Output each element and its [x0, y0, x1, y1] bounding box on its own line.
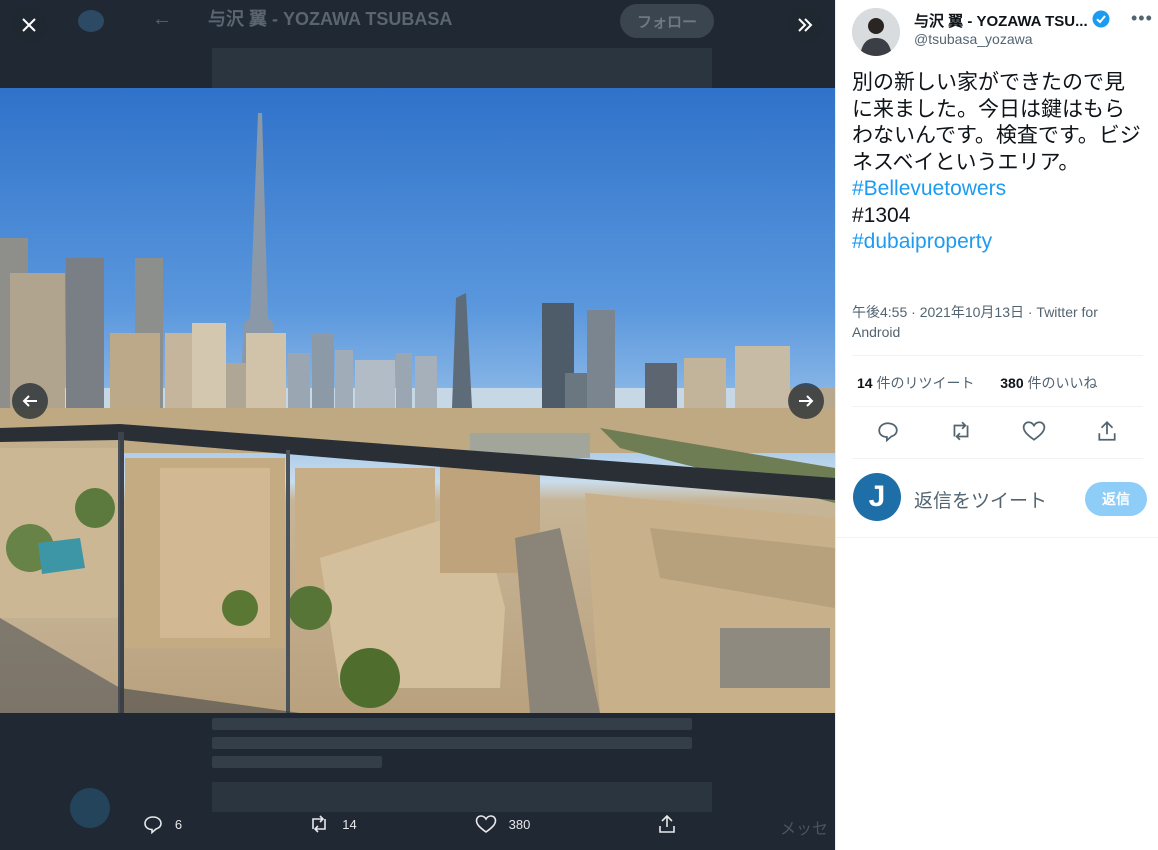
reply-button[interactable]: [877, 420, 899, 447]
verified-badge-icon: [1092, 10, 1110, 33]
retweet-action[interactable]: 14: [248, 814, 418, 834]
close-icon: [22, 18, 36, 32]
reply-count: 6: [174, 816, 183, 832]
tweet-body: 別の新しい家ができたので見に来ました。今日は鍵はもらわないんです。検査です。ビジ…: [852, 70, 1142, 256]
retweet-icon: [953, 421, 969, 441]
avatar-photo: [852, 8, 900, 56]
share-icon: [658, 814, 675, 833]
retweet-button[interactable]: [949, 420, 973, 447]
reply-action[interactable]: 6: [78, 814, 248, 834]
tweet-detail-panel: 与沢 翼 - YOZAWA TSU... @tsubasa_yozawa •••…: [835, 0, 1158, 850]
arrow-left-icon: [22, 395, 37, 407]
previous-image-button[interactable]: [12, 383, 48, 419]
retweet-count: 14: [342, 816, 357, 832]
background-text-line: [212, 718, 692, 730]
share-icon: [1098, 420, 1116, 441]
tweet-text: 別の新しい家ができたので見に来ました。今日は鍵はもらわないんです。検査です。ビジ…: [852, 71, 1141, 174]
tweet-photo[interactable]: [0, 88, 835, 713]
dubai-skyline-illustration: [0, 113, 835, 713]
next-image-button[interactable]: [788, 383, 824, 419]
author-name[interactable]: 与沢 翼 - YOZAWA TSU...: [914, 10, 1088, 31]
retweet-icon: [312, 815, 327, 833]
likes-stat-label: 件のいいね: [1023, 375, 1098, 391]
background-follow-button: フォロー: [620, 4, 714, 38]
likes-stat[interactable]: 380 件のいいね: [1000, 375, 1097, 391]
twitter-logo-icon: [78, 10, 104, 32]
double-chevron-right-icon: [798, 18, 813, 32]
hashtag-link[interactable]: #dubaiproperty: [852, 229, 1142, 256]
tweet-stats: 14 件のリツイート 380 件のいいね: [857, 373, 1098, 393]
share-action[interactable]: [588, 814, 758, 834]
media-action-bar: 6 14 380: [0, 798, 835, 850]
heart-icon: [475, 815, 496, 833]
like-count: 380: [508, 816, 531, 832]
background-media-strip: [212, 48, 712, 88]
likes-stat-count: 380: [1000, 375, 1024, 391]
tweet-number-tag: #1304: [852, 203, 911, 227]
media-viewer: ← 与沢 翼 - YOZAWA TSUBASA フォロー メッセ 6 14 38…: [0, 0, 835, 850]
author-handle[interactable]: @tsubasa_yozawa: [914, 31, 1033, 47]
divider: [852, 355, 1143, 356]
retweets-stat-label: 件のリツイート: [872, 375, 975, 391]
expand-panel-button[interactable]: [787, 7, 823, 43]
background-text-line: [212, 737, 692, 749]
share-button[interactable]: [1096, 420, 1118, 447]
reply-icon: [878, 422, 898, 443]
current-user-avatar: J: [853, 473, 901, 521]
more-options-button[interactable]: •••: [1131, 8, 1153, 29]
reply-input[interactable]: 返信をツイート: [914, 486, 1047, 513]
close-button[interactable]: [11, 7, 47, 43]
background-profile-name: 与沢 翼 - YOZAWA TSUBASA: [208, 9, 453, 29]
avatar[interactable]: [852, 8, 900, 56]
tweet-timestamp[interactable]: 午後4:55 · 2021年10月13日 · Twitter for Andro…: [852, 302, 1142, 342]
reply-icon: [144, 816, 162, 834]
back-arrow-icon: ←: [152, 8, 172, 30]
divider: [852, 458, 1143, 459]
tweet-action-row: [852, 420, 1143, 447]
like-button[interactable]: [1022, 420, 1046, 447]
like-action[interactable]: 380: [418, 814, 588, 834]
background-text-line: [212, 756, 382, 768]
retweets-stat-count: 14: [857, 375, 873, 391]
arrow-right-icon: [799, 395, 814, 407]
divider: [852, 406, 1143, 407]
divider: [836, 537, 1158, 538]
hashtag-link[interactable]: #Bellevuetowers: [852, 176, 1142, 203]
reply-submit-button[interactable]: 返信: [1085, 482, 1147, 516]
heart-icon: [1023, 421, 1046, 441]
retweets-stat[interactable]: 14 件のリツイート: [857, 375, 974, 391]
